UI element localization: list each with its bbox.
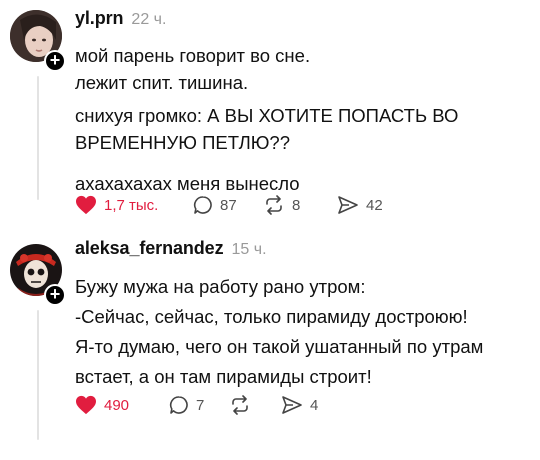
post-body: yl.prn 22 ч. мой парень говорит во сне. … <box>75 8 526 197</box>
post-header: yl.prn 22 ч. <box>75 8 526 34</box>
comment-icon <box>169 396 188 414</box>
repost-button[interactable]: 8 <box>263 195 337 215</box>
repost-button[interactable] <box>229 395 281 415</box>
share-count: 42 <box>366 196 383 214</box>
thread-line <box>37 310 39 440</box>
post-text: мой парень говорит во сне. лежит спит. т… <box>75 42 526 197</box>
reply-button[interactable]: 87 <box>193 195 263 215</box>
post-line: лежит спит. тишина. <box>75 72 249 93</box>
post-line: -Сейчас, сейчас, только пирамиду дострою… <box>75 306 468 327</box>
post-line: Я-то думаю, чего он такой ушатанный по у… <box>75 336 484 387</box>
follow-plus-icon[interactable]: + <box>44 50 66 72</box>
post-2: + aleksa_fernandez 15 ч. Бужу мужа на ра… <box>0 226 540 460</box>
repost-icon <box>266 195 282 215</box>
username[interactable]: aleksa_fernandez <box>75 238 224 259</box>
share-button[interactable]: 42 <box>337 195 383 215</box>
reply-button[interactable]: 7 <box>169 395 229 415</box>
repost-icon <box>232 395 248 415</box>
repost-count: 8 <box>292 196 301 214</box>
comment-icon <box>193 196 212 214</box>
reply-count: 87 <box>220 196 237 214</box>
post-text: Бужу мужа на работу рано утром: -Сейчас,… <box>75 272 526 392</box>
heart-icon <box>76 195 96 215</box>
avatar-container[interactable]: + <box>10 10 66 72</box>
share-count: 4 <box>310 396 319 414</box>
post-header: aleksa_fernandez 15 ч. <box>75 238 526 264</box>
share-button[interactable]: 4 <box>281 395 318 415</box>
username[interactable]: yl.prn <box>75 8 124 29</box>
follow-plus-icon[interactable]: + <box>44 284 66 306</box>
timestamp: 15 ч. <box>231 241 267 258</box>
like-button[interactable]: 490 <box>75 395 169 415</box>
post-line: Бужу мужа на работу рано утром: <box>75 276 366 297</box>
post-body: aleksa_fernandez 15 ч. Бужу мужа на рабо… <box>75 238 526 392</box>
timestamp: 22 ч. <box>131 11 167 28</box>
post-1: + yl.prn 22 ч. мой парень говорит во сне… <box>0 0 540 226</box>
share-icon <box>282 396 302 414</box>
share-icon <box>338 196 358 214</box>
avatar-container[interactable]: + <box>10 244 66 306</box>
like-button[interactable]: 1,7 тыс. <box>75 195 193 215</box>
reply-count: 7 <box>196 396 205 414</box>
heart-icon <box>76 395 96 415</box>
like-count: 490 <box>104 396 130 414</box>
action-bar: 1,7 тыс. 87 8 42 <box>75 192 383 218</box>
post-line: снихуя громко: А ВЫ ХОТИТЕ ПОПАСТЬ ВО ВР… <box>75 105 459 153</box>
thread-line <box>37 76 39 200</box>
like-count: 1,7 тыс. <box>104 196 159 214</box>
action-bar: 490 7 4 <box>75 392 318 418</box>
post-line: мой парень говорит во сне. <box>75 45 311 66</box>
